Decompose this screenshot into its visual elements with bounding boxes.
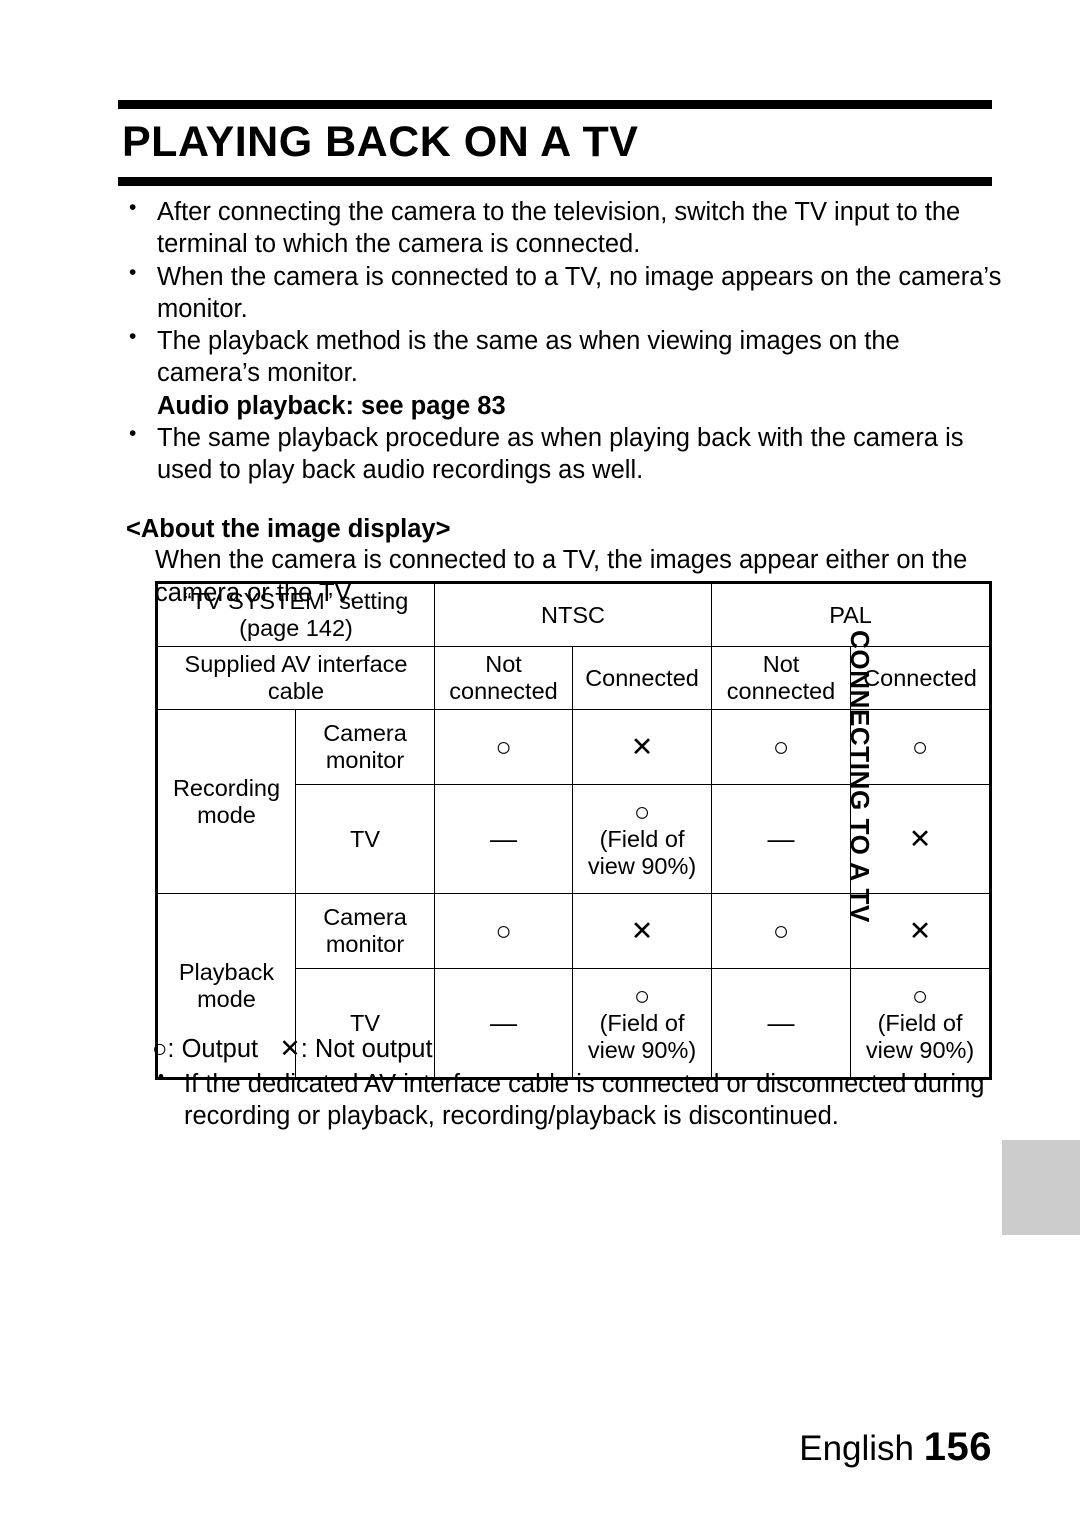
output-symbol: ○ [772, 915, 790, 946]
recording-mode-line2: mode [197, 801, 256, 828]
cell-rec-tv-ntsc-connected: ○ (Field of view 90%) [572, 784, 713, 895]
tv-system-setting-line2: (page 142) [239, 615, 353, 642]
camera-monitor-line2: monitor [325, 747, 405, 774]
output-symbol: — [767, 823, 795, 854]
footnote-text: If the dedicated AV interface cable is c… [152, 1066, 1002, 1133]
ntsc-not-connected-line1: Not [485, 651, 522, 678]
cell-rec-tv-pal-notconnected: — [711, 784, 852, 895]
page-footer: English 156 [0, 1425, 992, 1470]
output-symbol: ✕ [630, 731, 654, 762]
playback-mode-line2: mode [197, 985, 256, 1012]
output-symbol: — [767, 1007, 795, 1038]
output-symbol: — [490, 1007, 518, 1038]
field-of-view-note-line2: view 90%) [587, 1037, 697, 1064]
title-rule-bottom [118, 177, 992, 186]
camera-monitor-line1: Camera [323, 904, 407, 931]
cell-rec-cam-ntsc-connected: ✕ [572, 709, 713, 786]
footer-language: English [799, 1429, 915, 1468]
output-symbol: ○ [495, 731, 512, 762]
recording-mode-label: Recording mode [156, 709, 296, 895]
cell-rec-tv-ntsc-notconnected: — [434, 784, 574, 895]
list-item: The playback method is the same as when … [126, 324, 1006, 390]
output-symbol: ○ [633, 796, 651, 827]
cell-play-cam-pal-notconnected: ○ [711, 893, 852, 970]
field-of-view-note-line1: (Field of [599, 1010, 685, 1037]
av-cable-header-line2: cable [267, 678, 325, 705]
list-item: After connecting the camera to the telev… [126, 195, 1006, 261]
tv-label: TV [349, 825, 381, 852]
pal-not-connected-line2: connected [726, 678, 836, 705]
tv-label: TV [349, 1009, 381, 1036]
output-symbol: ○ [772, 731, 790, 762]
output-symbol: ○ [911, 980, 929, 1011]
camera-monitor-line1: Camera [323, 720, 407, 747]
footer-page-number: 156 [923, 1425, 992, 1469]
av-cable-header: Supplied AV interface cable [155, 646, 436, 711]
manual-page: PLAYING BACK ON A TV After connecting th… [0, 0, 1080, 1526]
ntsc-not-connected-header: Not connected [434, 646, 574, 711]
recording-camera-monitor-label: Camera monitor [294, 709, 436, 786]
ntsc-not-connected-line2: connected [449, 678, 558, 705]
recording-mode-line1: Recording [172, 774, 281, 801]
audio-bullet-list: The same playback procedure as when play… [126, 421, 1006, 487]
side-tab-label: CONNECTING TO A TV [845, 630, 875, 923]
playback-camera-monitor-label: Camera monitor [294, 893, 436, 970]
output-symbol: ✕ [630, 915, 654, 946]
recording-tv-label: TV [294, 784, 436, 895]
cell-play-cam-ntsc-connected: ✕ [572, 893, 713, 970]
output-symbol: ○ [633, 980, 651, 1011]
page-title: PLAYING BACK ON A TV [122, 118, 639, 166]
output-symbol: — [490, 823, 518, 854]
playback-mode-line1: Playback [178, 958, 275, 985]
section-heading: <About the image display> [126, 515, 451, 544]
ntsc-header: NTSC [434, 581, 713, 648]
side-tab: CONNECTING TO A TV [845, 630, 1045, 1140]
cell-play-tv-pal-notconnected: — [711, 968, 852, 1080]
field-of-view-note-line2: view 90%) [587, 853, 697, 880]
list-item: When the camera is connected to a TV, no… [126, 260, 1006, 326]
cell-play-cam-ntsc-notconnected: ○ [434, 893, 574, 970]
field-of-view-note-line1: (Field of [877, 1010, 963, 1037]
body-content: After connecting the camera to the telev… [126, 195, 1006, 609]
pal-not-connected-header: Not connected [711, 646, 852, 711]
cell-rec-cam-pal-notconnected: ○ [711, 709, 852, 786]
title-rule-top [118, 100, 992, 109]
cell-play-tv-ntsc-connected: ○ (Field of view 90%) [572, 968, 713, 1080]
cell-play-tv-pal-connected: ○ (Field of view 90%) [850, 968, 992, 1080]
tv-system-setting-header: “TV SYSTEM” setting (page 142) [155, 581, 436, 648]
side-tab-marker [1002, 1140, 1080, 1235]
camera-monitor-line2: monitor [325, 931, 405, 958]
field-of-view-note-line2: view 90%) [865, 1037, 975, 1064]
symbol-legend: ○: Output ✕: Not output [152, 1035, 433, 1063]
list-item: The same playback procedure as when play… [126, 421, 1006, 487]
title-block: PLAYING BACK ON A TV [118, 100, 992, 186]
intro-bullet-list: After connecting the camera to the telev… [126, 195, 1006, 390]
tv-system-setting-line1: “TV SYSTEM” setting [183, 588, 409, 614]
field-of-view-note-line1: (Field of [599, 826, 685, 853]
cell-play-tv-ntsc-notconnected: — [434, 968, 574, 1080]
output-symbol: ○ [495, 915, 512, 946]
footnote: If the dedicated AV interface cable is c… [152, 1066, 1002, 1133]
av-cable-header-line1: Supplied AV interface [184, 651, 408, 678]
audio-playback-note: Audio playback: see page 83 [157, 391, 506, 420]
cell-rec-cam-ntsc-notconnected: ○ [434, 709, 574, 786]
pal-not-connected-line1: Not [762, 651, 800, 678]
ntsc-connected-header: Connected [572, 646, 713, 711]
